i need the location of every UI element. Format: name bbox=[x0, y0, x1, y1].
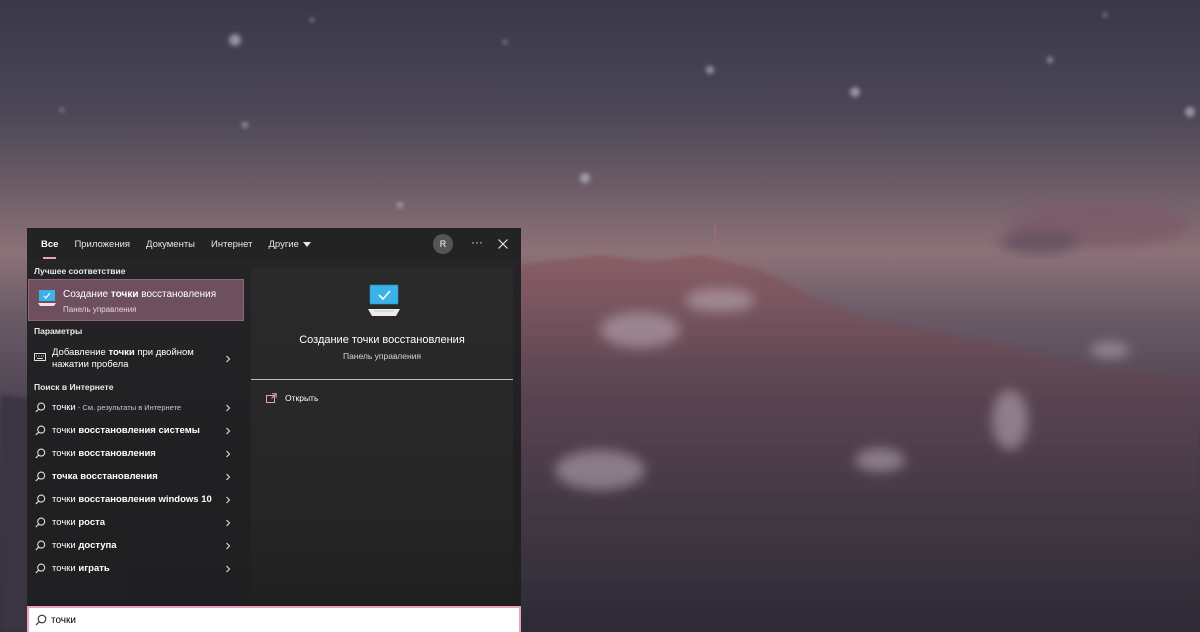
web-result-label: точки восстановления bbox=[52, 448, 156, 459]
chevron-right-icon bbox=[226, 473, 231, 481]
tab-all[interactable]: Все bbox=[41, 228, 58, 260]
web-result-label: точки играть bbox=[52, 563, 110, 574]
chevron-right-icon bbox=[226, 565, 231, 573]
search-icon bbox=[35, 614, 47, 626]
web-result-label: точки доступа bbox=[52, 540, 117, 551]
preview-subtitle: Панель управления bbox=[342, 351, 422, 361]
chevron-right-icon bbox=[226, 355, 231, 363]
tab-documents[interactable]: Документы bbox=[146, 228, 195, 260]
web-result-label: точки восстановления системы bbox=[52, 425, 200, 436]
best-match-result[interactable]: Создание точки восстановления Панель упр… bbox=[28, 279, 244, 321]
settings-result-space-dot[interactable]: Добавление точки при двойном нажатии про… bbox=[27, 342, 244, 376]
search-input[interactable] bbox=[51, 611, 491, 629]
search-icon bbox=[35, 425, 46, 436]
web-result-item[interactable]: точки восстановления windows 10 bbox=[27, 489, 244, 511]
web-result-item[interactable]: точки роста bbox=[27, 512, 244, 534]
monitor-icon bbox=[368, 284, 400, 316]
tab-label: Другие bbox=[268, 238, 299, 250]
keyboard-icon bbox=[34, 349, 46, 367]
open-icon bbox=[266, 393, 277, 403]
search-box[interactable] bbox=[27, 606, 521, 632]
tab-more[interactable]: Другие bbox=[268, 228, 311, 260]
settings-result-label: Добавление точки при двойном нажатии про… bbox=[52, 347, 194, 370]
section-header-web: Поиск в Интернете bbox=[34, 382, 114, 392]
search-icon bbox=[35, 563, 46, 574]
close-icon bbox=[498, 239, 508, 249]
search-icon bbox=[35, 517, 46, 528]
preview-pane: Создание точки восстановления Панель упр… bbox=[251, 268, 513, 606]
web-result-label: точки - См. результаты в Интернете bbox=[52, 402, 182, 413]
best-match-subtitle: Панель управления bbox=[63, 305, 137, 314]
search-icon bbox=[35, 471, 46, 482]
best-match-title: Создание точки восстановления bbox=[63, 289, 217, 300]
tab-label: Приложения bbox=[74, 238, 131, 250]
section-header-best-match: Лучшее соответствие bbox=[34, 266, 126, 276]
web-result-label: точки восстановления windows 10 bbox=[52, 494, 212, 505]
chevron-right-icon bbox=[226, 427, 231, 435]
web-result-item[interactable]: точки восстановления системы bbox=[27, 420, 244, 442]
web-result-item[interactable]: точки доступа bbox=[27, 535, 244, 557]
search-panel: Все Приложения Документы Интернет Другие… bbox=[27, 228, 521, 632]
search-icon bbox=[35, 448, 46, 459]
web-result-label: точка восстановления bbox=[52, 471, 158, 482]
open-action[interactable]: Открыть bbox=[266, 393, 318, 403]
tab-web[interactable]: Интернет bbox=[211, 228, 252, 260]
chevron-right-icon bbox=[226, 450, 231, 458]
open-action-label: Открыть bbox=[285, 393, 319, 403]
web-result-item[interactable]: точки - См. результаты в Интернете bbox=[27, 397, 244, 419]
tab-label: Все bbox=[41, 238, 59, 250]
monitor-icon bbox=[37, 289, 57, 312]
search-tabs-bar: Все Приложения Документы Интернет Другие… bbox=[27, 228, 521, 260]
tab-apps[interactable]: Приложения bbox=[74, 228, 130, 260]
search-icon bbox=[35, 540, 46, 551]
web-result-item[interactable]: точки играть bbox=[27, 558, 244, 580]
caret-down-icon bbox=[302, 241, 311, 247]
web-result-item[interactable]: точки восстановления bbox=[27, 443, 244, 465]
close-button[interactable] bbox=[493, 234, 513, 254]
search-icon bbox=[35, 402, 46, 413]
section-header-settings: Параметры bbox=[34, 326, 83, 336]
preview-title: Создание точки восстановления bbox=[299, 334, 465, 346]
search-icon bbox=[35, 494, 46, 505]
web-result-label: точки роста bbox=[52, 517, 106, 528]
chevron-right-icon bbox=[226, 496, 231, 504]
chevron-right-icon bbox=[226, 542, 231, 550]
results-list: Лучшее соответствие Создание точки восст… bbox=[27, 260, 244, 606]
more-options-button[interactable]: ··· bbox=[467, 234, 487, 254]
account-avatar[interactable]: R bbox=[433, 234, 453, 254]
tab-label: Документы bbox=[146, 238, 196, 250]
preview-divider bbox=[251, 379, 513, 380]
chevron-right-icon bbox=[226, 519, 231, 527]
chevron-right-icon bbox=[226, 404, 231, 412]
web-result-item[interactable]: точка восстановления bbox=[27, 466, 244, 488]
tab-label: Интернет bbox=[211, 238, 253, 250]
